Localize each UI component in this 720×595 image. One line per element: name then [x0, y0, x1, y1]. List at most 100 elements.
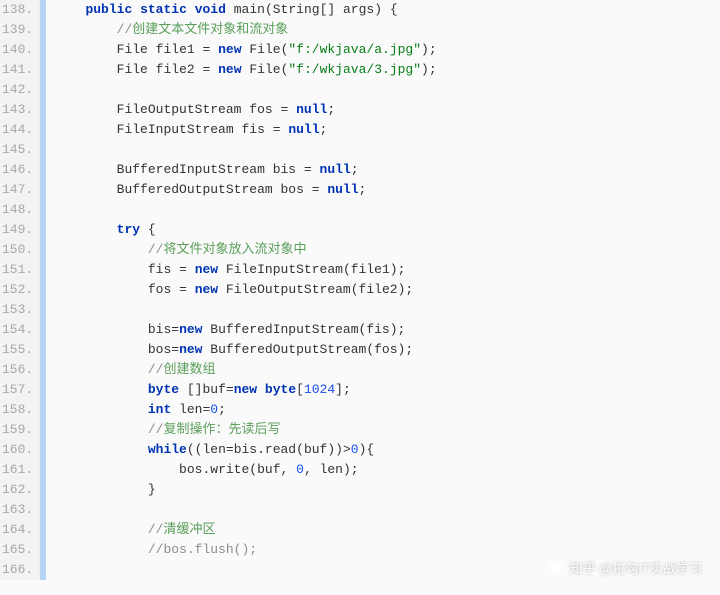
code-line[interactable]	[54, 300, 720, 320]
code-line[interactable]: fos = new FileOutputStream(file2);	[54, 280, 720, 300]
line-number: 163.	[2, 500, 35, 520]
token-cmt-cn: 创建文本文件对象和流对象	[132, 22, 288, 37]
code-line[interactable]: bis=new BufferedInputStream(fis);	[54, 320, 720, 340]
code-line[interactable]: try {	[54, 220, 720, 240]
code-line[interactable]	[54, 80, 720, 100]
token-ident: fos	[148, 282, 171, 297]
line-number: 164.	[2, 520, 35, 540]
line-number: 162.	[2, 480, 35, 500]
token-cmt-cn: 将文件对象放入流对象中	[163, 242, 306, 257]
line-number: 143.	[2, 100, 35, 120]
token-pun: ;	[398, 322, 406, 337]
token-pun: =	[179, 262, 187, 277]
token-pun: ;	[359, 182, 367, 197]
code-line[interactable]: BufferedOutputStream bos = null;	[54, 180, 720, 200]
token-pun: (	[366, 342, 374, 357]
line-number: 139.	[2, 20, 35, 40]
token-pun: (	[351, 282, 359, 297]
token-pun: .	[257, 442, 265, 457]
line-number: 141.	[2, 60, 35, 80]
token-cmt: //	[148, 362, 164, 377]
token-ident: len	[202, 442, 225, 457]
token-pun: (	[249, 462, 257, 477]
code-line[interactable]	[54, 500, 720, 520]
code-line[interactable]: BufferedInputStream bis = null;	[54, 160, 720, 180]
token-ident: fos	[249, 102, 272, 117]
line-number: 153.	[2, 300, 35, 320]
line-number: 152.	[2, 280, 35, 300]
token-pun: )	[343, 462, 351, 477]
line-number: 161.	[2, 460, 35, 480]
code-line[interactable]: File file2 = new File("f:/wkjava/3.jpg")…	[54, 60, 720, 80]
token-pun: )	[421, 42, 429, 57]
code-line[interactable]: int len=0;	[54, 400, 720, 420]
code-line[interactable]: public static void main(String[] args) {	[54, 0, 720, 20]
code-line[interactable]: }	[54, 480, 720, 500]
token-pun: )	[421, 62, 429, 77]
token-pun: =	[226, 382, 234, 397]
code-line[interactable]: FileOutputStream fos = null;	[54, 100, 720, 120]
code-line[interactable]: fis = new FileInputStream(file1);	[54, 260, 720, 280]
token-type: BufferedOutputStream	[210, 342, 366, 357]
token-pun: =	[171, 342, 179, 357]
code-line[interactable]	[54, 560, 720, 580]
code-line[interactable]: bos=new BufferedOutputStream(fos);	[54, 340, 720, 360]
token-pun: )	[390, 262, 398, 277]
token-pun: [	[296, 382, 304, 397]
token-ident: file1	[156, 42, 195, 57]
token-ident: len	[179, 402, 202, 417]
code-line[interactable]: //将文件对象放入流对象中	[54, 240, 720, 260]
token-ident: buf	[304, 442, 327, 457]
token-ident: file2	[359, 282, 398, 297]
code-line[interactable]: //复制操作：先读后写	[54, 420, 720, 440]
token-ident: bos	[179, 462, 202, 477]
token-pun: )	[374, 2, 382, 17]
token-ident: bis	[234, 442, 257, 457]
token-type: File	[249, 42, 280, 57]
token-lit: null	[320, 162, 351, 177]
code-line[interactable]: FileInputStream fis = null;	[54, 120, 720, 140]
token-pun: ;	[351, 462, 359, 477]
line-number: 138.	[2, 0, 35, 20]
code-line[interactable]: //创建文本文件对象和流对象	[54, 20, 720, 40]
token-pun: =	[203, 62, 211, 77]
code-line[interactable]	[54, 200, 720, 220]
code-line[interactable]: File file1 = new File("f:/wkjava/a.jpg")…	[54, 40, 720, 60]
token-pun: ;	[405, 282, 413, 297]
token-cmt-cn: 清缓冲区	[163, 522, 215, 537]
line-number: 148.	[2, 200, 35, 220]
code-line[interactable]	[54, 140, 720, 160]
token-kw: new	[218, 42, 241, 57]
token-pun: ;	[405, 342, 413, 357]
token-pun: ;	[218, 402, 226, 417]
token-ident: main	[234, 2, 265, 17]
token-type: File	[117, 42, 148, 57]
token-kw: byte	[148, 382, 179, 397]
token-pun: ;	[398, 262, 406, 277]
token-pun: ;	[351, 162, 359, 177]
token-ident: fis	[241, 122, 264, 137]
token-type: File	[249, 62, 280, 77]
line-number: 158.	[2, 400, 35, 420]
line-number: 146.	[2, 160, 35, 180]
token-ident: bos	[280, 182, 303, 197]
token-type: FileOutputStream	[226, 282, 351, 297]
token-ident: bos	[148, 342, 171, 357]
code-line[interactable]: byte []buf=new byte[1024];	[54, 380, 720, 400]
code-line[interactable]: //bos.flush();	[54, 540, 720, 560]
token-cmt: //	[148, 242, 164, 257]
code-line[interactable]: //创建数组	[54, 360, 720, 380]
token-pun: =	[226, 442, 234, 457]
code-area[interactable]: public static void main(String[] args) {…	[46, 0, 720, 580]
token-ident: args	[343, 2, 374, 17]
code-line[interactable]: bos.write(buf, 0, len);	[54, 460, 720, 480]
code-line[interactable]: //清缓冲区	[54, 520, 720, 540]
line-number: 155.	[2, 340, 35, 360]
token-pun: =	[179, 282, 187, 297]
token-ident: buf	[202, 382, 225, 397]
code-line[interactable]: while((len=bis.read(buf))>0){	[54, 440, 720, 460]
line-number: 160.	[2, 440, 35, 460]
token-str: "f:/wkjava/a.jpg"	[288, 42, 421, 57]
line-number: 140.	[2, 40, 35, 60]
token-ident: file2	[156, 62, 195, 77]
